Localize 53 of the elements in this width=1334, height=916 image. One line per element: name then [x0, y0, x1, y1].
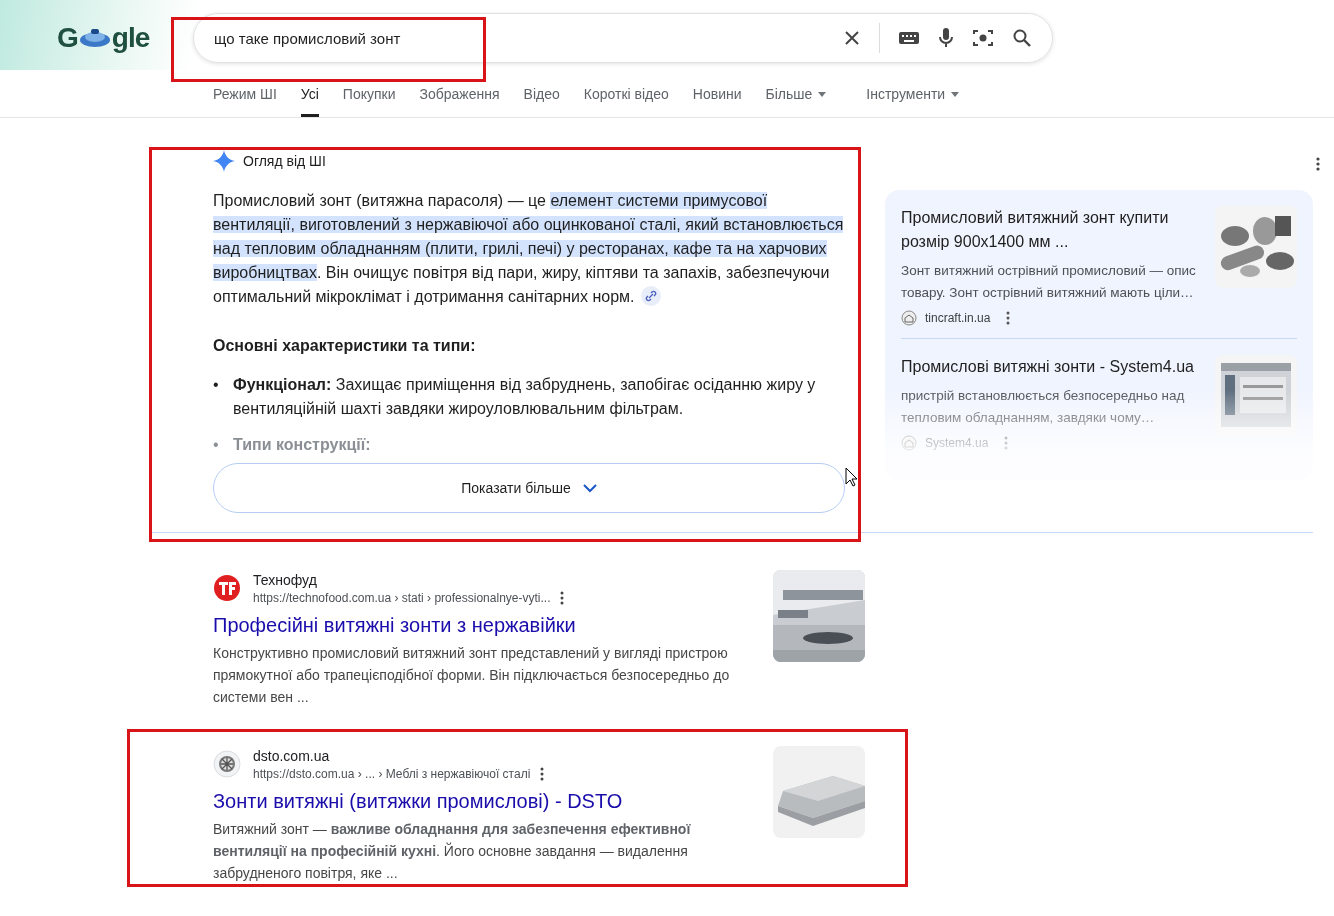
result-title-link[interactable]: Зонти витяжні (витяжки промислові) - DSTO: [213, 788, 753, 814]
bullet-marker: •: [213, 375, 220, 395]
tab[interactable]: Покупки: [330, 80, 408, 117]
source-snippet: пристрій встановлюється безпосередньо над тепловим обладнанням, завдяки чому…: [901, 387, 1186, 427]
google-logo[interactable]: G gle: [57, 22, 171, 54]
tab[interactable]: Більше: [753, 80, 839, 117]
site-logo-icon: [901, 310, 917, 326]
overview-paragraph: Промисловий зонт (витяжна парасоля) — це елемент системи примусової вентиляції, виготовлений з нержавіючої або оцинкованої сталі, який встановлюється над тепловим обладнанням (плити, грилі, печі) у ресторанах, кафе та на харчових виробництвах. Він очищує повітря від пари, жиру, кіптяви та запахів, забезпечуючи оптимальний мікроклімат і дотримання санітарних норм.: [213, 191, 845, 308]
overview-title: Огляд від ШІ: [243, 153, 326, 169]
caret-icon: [951, 91, 960, 97]
more-options-icon[interactable]: [1006, 311, 1011, 325]
result-url[interactable]: https://dsto.com.ua › ... › Меблі з нержавіючої сталі: [253, 766, 531, 782]
tab[interactable]: Режим ШІ: [201, 80, 289, 117]
more-options-icon[interactable]: [540, 767, 545, 781]
more-options-icon[interactable]: [1316, 157, 1320, 171]
search-icon[interactable]: [1012, 28, 1032, 48]
cursor-icon: [845, 467, 859, 487]
tab[interactable]: Короткі відео: [571, 80, 681, 117]
result-title-link[interactable]: Професійні витяжні зонти з нержавійки: [213, 612, 753, 638]
site-name: Технофуд: [253, 571, 318, 590]
result-url[interactable]: https://technofood.com.ua › stati › professionalnye-vyti...: [253, 590, 551, 606]
camera-icon[interactable]: [972, 28, 994, 48]
sparkle-icon: [213, 150, 235, 172]
result-snippet: Конструктивно промисловий витяжний зонт представлений у вигляді пристрою прямокутної або трапецієподібної форми. Він підключається безпосередньо до системи вен ...: [213, 644, 731, 707]
tab[interactable]: Усі: [288, 80, 331, 117]
tab[interactable]: Відео: [511, 80, 572, 117]
source-snippet: Зонт витяжний острівний промисловий — опис товару. Зонт острівний витяжний мають ціли…: [901, 262, 1197, 302]
site-name: dsto.com.ua: [253, 747, 331, 766]
link-icon[interactable]: [640, 286, 661, 306]
tab[interactable]: Новини: [680, 80, 754, 117]
bullet-text: Функціонал: Захищає приміщення від забруднень, запобігає осіданню жиру у вентиляційній шахті завдяки жироуловлювальним фільтрам.: [233, 375, 817, 419]
bullet-marker: •: [213, 435, 220, 455]
chevron-down-icon: [582, 483, 597, 493]
more-options-icon[interactable]: [560, 591, 565, 605]
source-name: tincraft.in.ua: [925, 311, 991, 325]
caret-icon: [818, 91, 827, 97]
site-logo-icon: [901, 435, 917, 451]
microphone-icon[interactable]: [938, 27, 954, 49]
overview-heading: Основні характеристики та типи:: [213, 337, 477, 355]
source-title[interactable]: Промисловий витяжний зонт купити розмір 900x1400 мм ...: [901, 206, 1207, 254]
bullet-text: Типи конструкції:: [233, 435, 372, 455]
result-snippet: Витяжний зонт — важливе обладнання для забезпечення ефективної вентиляції на професійній кухні. Його основне завдання — видалення забрудненого повітря, яке ...: [213, 820, 692, 883]
show-more-button[interactable]: Показати більше: [213, 463, 845, 513]
doodle-icon: [77, 27, 112, 49]
tab[interactable]: Інструменти: [854, 80, 972, 117]
site-logo-icon: [213, 574, 241, 602]
site-logo-icon: [213, 750, 241, 778]
keyboard-icon[interactable]: [898, 30, 920, 46]
source-title[interactable]: Промислові витяжні зонти - System4.ua: [901, 355, 1207, 379]
tab[interactable]: Зображення: [407, 80, 512, 117]
search-field[interactable]: що таке промисловий зонт: [193, 13, 1053, 63]
close-icon[interactable]: [843, 29, 861, 47]
source-name: System4.ua: [925, 436, 989, 450]
